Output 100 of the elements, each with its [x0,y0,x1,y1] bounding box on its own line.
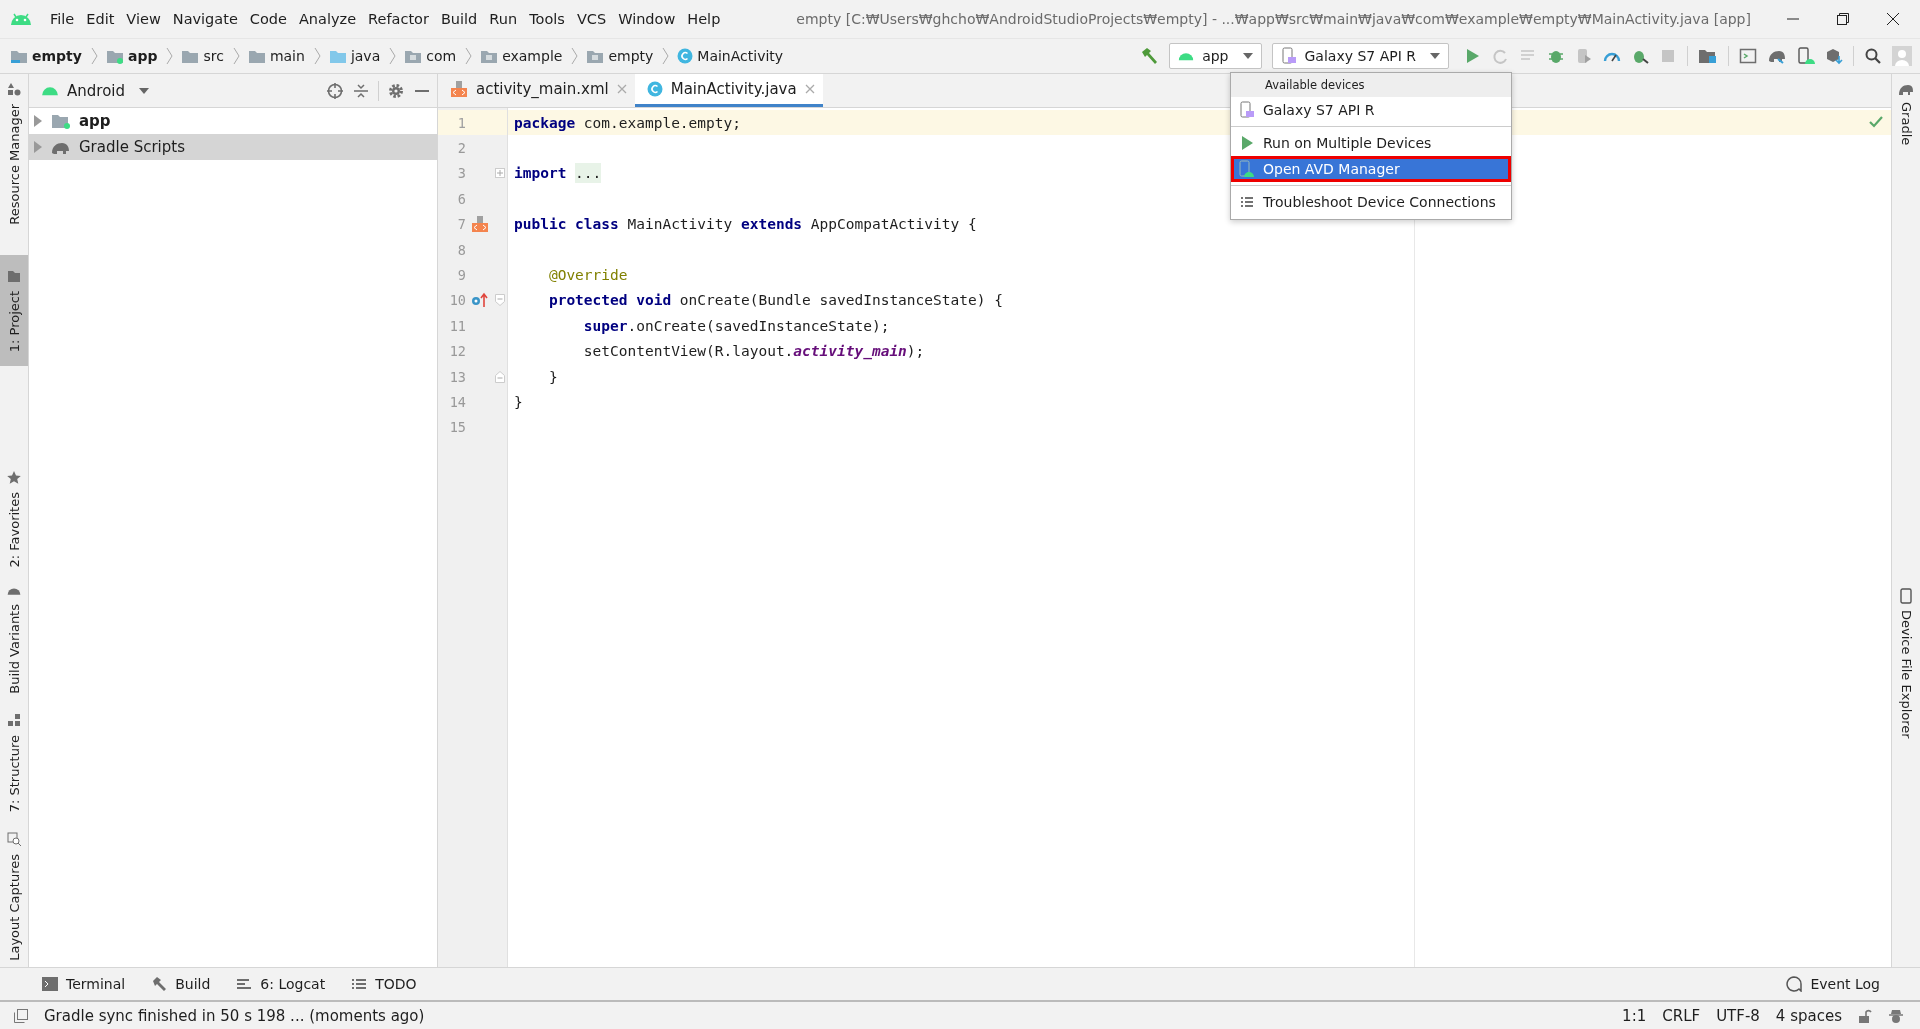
folder-icon [586,48,605,64]
folder-icon [7,268,21,283]
code-line: import ... [514,165,602,182]
breadcrumb[interactable]: example [502,48,563,64]
device-dropdown[interactable]: Galaxy S7 API R [1271,43,1449,69]
menu-item[interactable]: Run [483,11,524,27]
editor-tab[interactable]: MainActivity.java [634,74,823,107]
phone-icon [1280,47,1297,65]
menu-item[interactable]: Tools [523,11,571,27]
tree-item[interactable]: app [29,108,437,134]
hammer-icon[interactable] [1139,46,1160,66]
tree-item[interactable]: Gradle Scripts [29,134,437,160]
menu-item[interactable]: Build [434,11,484,27]
inspector-icon[interactable] [1888,1007,1904,1024]
tool-window-tab[interactable]: Build [151,976,211,992]
code-line: public class MainActivity extends AppCompatActivity { [514,216,977,233]
line-number: 6 [456,190,466,207]
expand-arrow-icon [33,141,43,153]
tool-window-tab[interactable]: 1: Project [0,254,28,366]
menu-item[interactable]: Troubleshoot Device Connections [1231,189,1511,215]
folder-icon [404,48,423,64]
menu-item[interactable]: Window [612,11,682,27]
collapse-icon[interactable] [352,81,370,100]
breadcrumb[interactable]: app [127,48,158,64]
code-line: } [514,394,523,410]
breadcrumb[interactable]: empty [32,48,82,64]
menu-item[interactable]: View [120,11,167,27]
tool-window-tab[interactable]: Terminal [42,976,126,992]
folder-icon [480,48,499,64]
panel-toggle-icon[interactable] [14,1008,28,1023]
expand-arrow-icon [33,115,43,127]
code-line: protected void onCreate(Bundle savedInstanceState) { [547,292,1003,309]
restore-icon[interactable] [1836,12,1850,26]
menu-item[interactable]: Code [243,11,293,27]
tool-window-tab[interactable]: 7: Structure [0,707,28,819]
editor-tab[interactable]: activity_main.xml [438,74,635,107]
phone-icon [1900,588,1912,605]
breadcrumb[interactable]: java [350,48,381,64]
menu-item[interactable]: Edit [80,11,121,27]
event-log-button[interactable]: Event Log [1786,976,1880,992]
menu-header: Available devices [1231,73,1511,97]
chevron-icon [232,47,240,65]
menu-item[interactable]: Galaxy S7 API R [1231,97,1511,123]
caret-icon[interactable] [139,87,149,94]
menu-item[interactable]: Refactor [362,11,435,27]
layout-file-icon[interactable] [471,215,489,234]
override-icon[interactable] [471,292,489,309]
tool-window-tab[interactable]: Resource Manager [0,76,28,231]
close-icon[interactable] [1886,12,1900,26]
line-number: 15 [448,419,466,436]
tool-window-tab[interactable]: 2: Favorites [0,464,28,574]
line-number: 8 [456,241,466,258]
tool-window-tab[interactable]: Layout Captures [0,826,28,968]
terminal-window-icon[interactable] [1739,47,1757,65]
attach-icon[interactable] [1575,47,1593,65]
line-number: 13 [448,368,466,385]
window-title: empty [C:₩Users₩ghcho₩AndroidStudioProjects₩empty] - ...₩app₩src₩main₩java₩com₩example₩empty₩MainActivity.java [app] [796,11,1751,27]
search-icon[interactable] [1864,47,1882,65]
view-selector[interactable]: Android [67,81,125,100]
lock-icon[interactable] [1858,1007,1872,1024]
run-config-dropdown[interactable]: app [1169,43,1262,69]
menu-item[interactable]: Analyze [292,11,363,27]
folder-icon [105,48,124,64]
tool-window-tab[interactable]: Build Variants [0,579,28,700]
settings-icon[interactable] [387,81,405,100]
menu-item[interactable]: Navigate [166,11,244,27]
module-folder-icon [10,48,28,64]
menu-item[interactable]: File [44,11,81,27]
crosshair-icon[interactable] [326,81,344,100]
terminal-icon [42,977,58,991]
breadcrumb[interactable]: com [426,48,457,64]
status-item[interactable]: UTF-8 [1716,1006,1760,1025]
check-icon [1869,116,1883,128]
hammer-icon [151,976,168,992]
menu-item[interactable]: Open AVD Manager [1231,156,1511,182]
breadcrumb[interactable]: empty [608,48,654,64]
tool-window-tab[interactable]: Gradle [1892,74,1920,154]
tool-window-tab[interactable]: TODO [351,976,417,992]
status-item[interactable]: CRLF [1662,1006,1701,1025]
breadcrumb[interactable]: MainActivity [697,48,784,64]
breadcrumb[interactable]: main [269,48,305,64]
chevron-icon [465,47,473,65]
cube-icon[interactable] [1825,47,1843,65]
menu-item[interactable]: Run on Multiple Devices [1231,130,1511,156]
menu-item[interactable]: VCS [570,11,613,27]
status-item[interactable]: 1:1 [1622,1006,1647,1025]
fold-start-icon[interactable] [495,294,505,307]
class-icon [646,81,663,97]
line-number: 3 [456,165,466,182]
code-line: @Override [547,267,628,284]
tool-window-tab[interactable]: 6: Logcat [236,976,326,992]
folder-grid-icon[interactable] [1698,47,1718,65]
tool-window-tab[interactable]: Device File Explorer [1892,580,1920,747]
phone-android-icon[interactable] [1797,47,1815,65]
code-line: super.onCreate(savedInstanceState); [582,317,890,334]
menu-item[interactable]: Help [681,11,727,27]
line-number: 1 [456,114,466,131]
chevron-icon [571,47,579,65]
breadcrumb[interactable]: src [203,48,224,64]
status-item[interactable]: 4 spaces [1775,1006,1842,1025]
